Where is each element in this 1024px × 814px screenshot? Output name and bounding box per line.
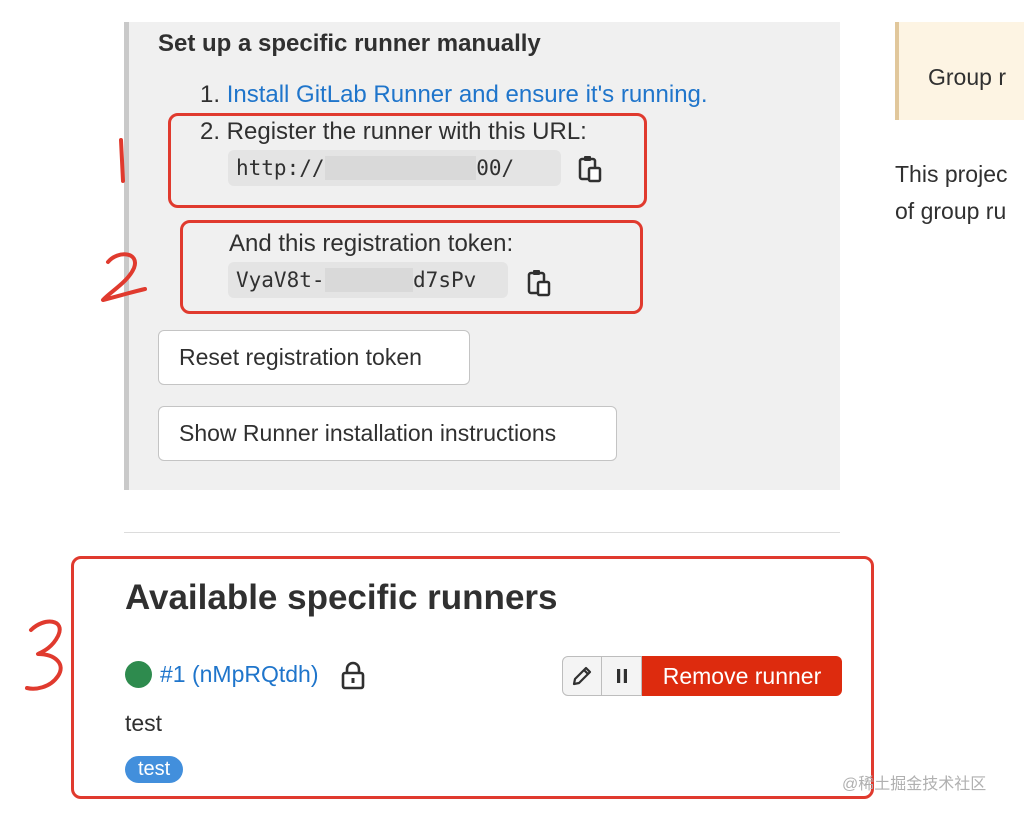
section-divider bbox=[124, 532, 840, 533]
group-desc-line1: This projec bbox=[895, 161, 1008, 187]
annotation-box-1 bbox=[168, 113, 647, 208]
group-runners-alert-text: Group r bbox=[928, 64, 1006, 90]
reset-registration-token-button[interactable]: Reset registration token bbox=[158, 330, 470, 385]
annotation-box-3 bbox=[71, 556, 874, 799]
setup-title: Set up a specific runner manually bbox=[158, 30, 541, 57]
install-runner-link[interactable]: Install GitLab Runner and ensure it's ru… bbox=[227, 81, 708, 108]
step-install: 1. Install GitLab Runner and ensure it's… bbox=[200, 81, 708, 109]
group-desc-line2: of group ru bbox=[895, 198, 1007, 224]
handwritten-3 bbox=[25, 619, 63, 691]
step1-number: 1. bbox=[200, 81, 221, 108]
handwritten-1 bbox=[119, 138, 125, 183]
group-runners-description: This projec of group ru bbox=[895, 156, 1024, 230]
show-installation-instructions-button[interactable]: Show Runner installation instructions bbox=[158, 406, 617, 461]
watermark: @稀土掘金技术社区 bbox=[842, 776, 987, 793]
annotation-box-2 bbox=[180, 220, 643, 314]
